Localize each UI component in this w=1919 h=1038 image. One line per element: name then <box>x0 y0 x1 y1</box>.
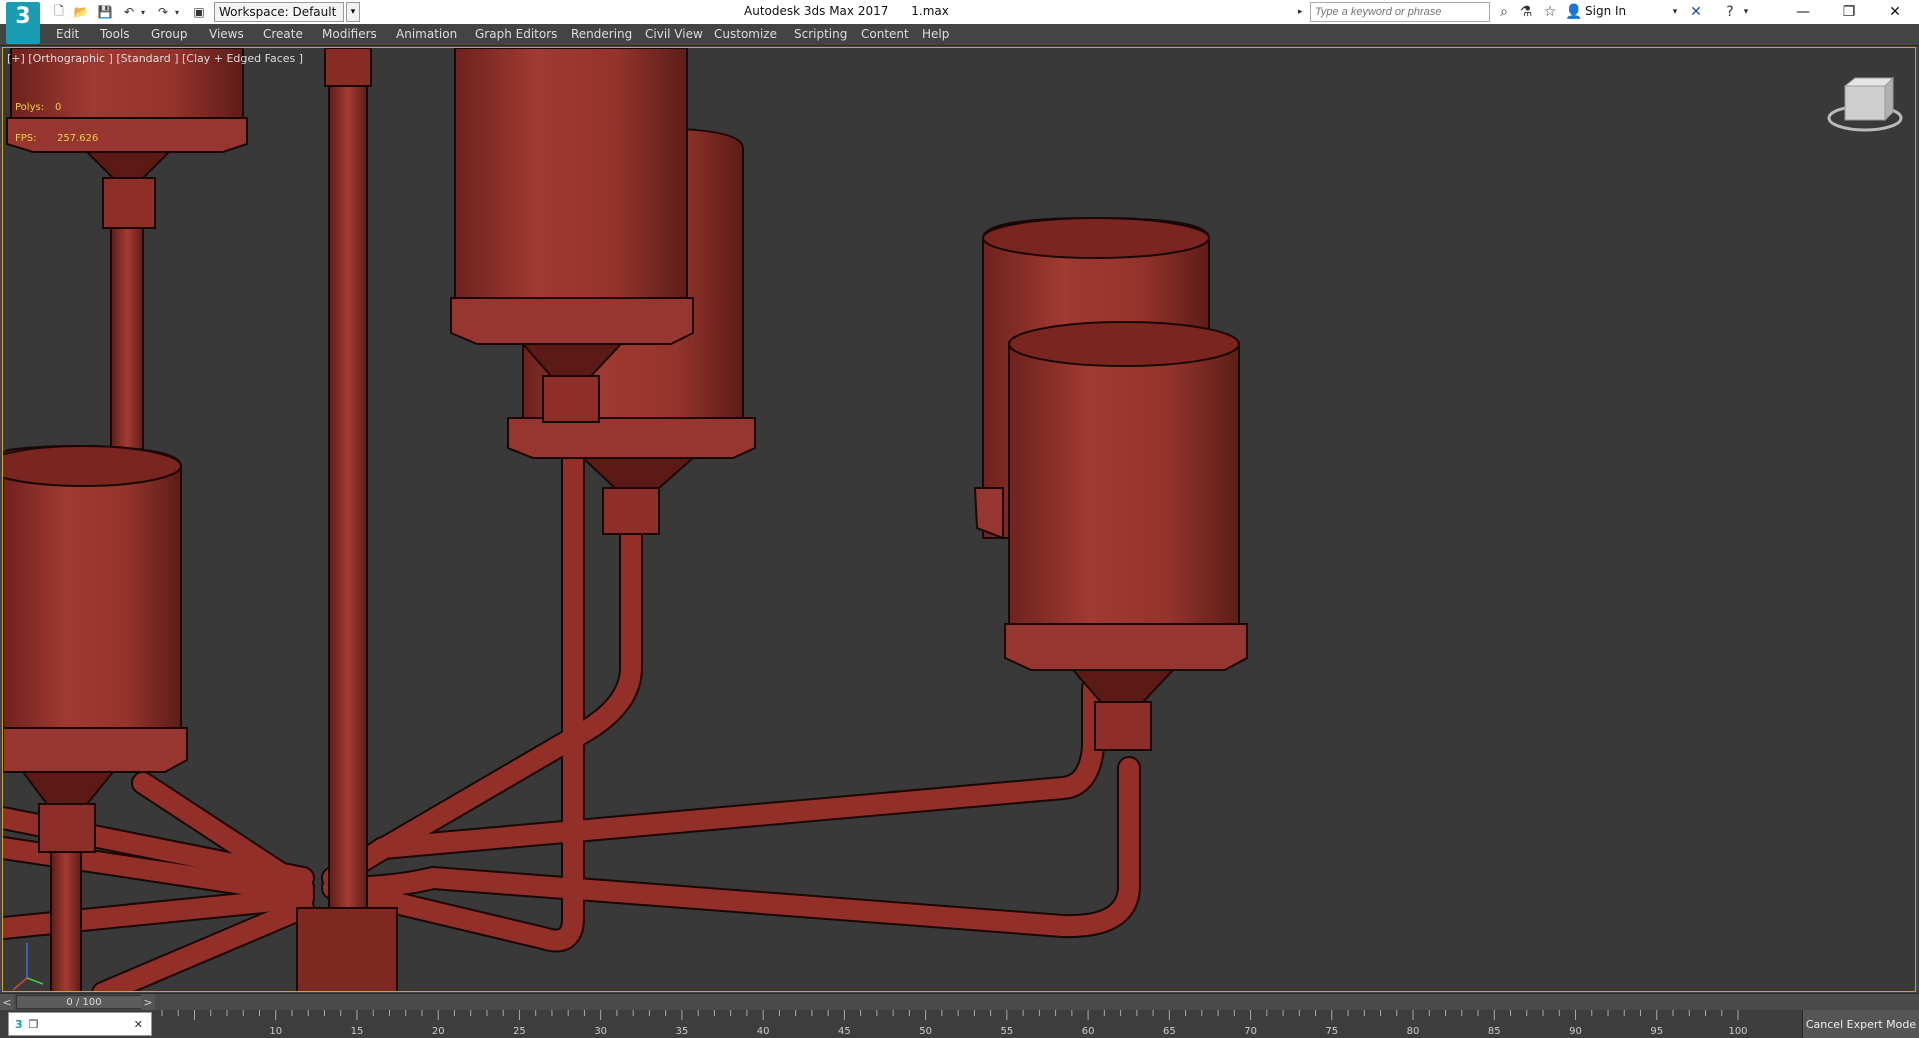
menu-graph-editors[interactable]: Graph Editors <box>475 27 557 41</box>
perspective-viewport[interactable]: [+] [Orthographic ] [Standard ] [Clay + … <box>2 47 1916 992</box>
candle-cup-top-left <box>6 48 248 229</box>
window-title: Autodesk 3ds Max 2017 1.max <box>744 4 949 18</box>
help-dropdown-icon[interactable]: ▾ <box>1740 3 1752 21</box>
menu-civil-view[interactable]: Civil View <box>645 27 703 41</box>
undo-dropdown-icon[interactable]: ▾ <box>138 3 148 21</box>
favorites-star-icon[interactable]: ☆ <box>1540 3 1560 21</box>
restore-button[interactable]: ❐ <box>1826 0 1872 24</box>
maxscript-listener-tab[interactable]: 3 ❐ ✕ <box>8 1012 152 1036</box>
binoculars-icon[interactable]: ⌕ <box>1494 3 1514 21</box>
app-logo-icon[interactable]: 3 <box>6 2 40 44</box>
polys-label: Polys: <box>15 102 45 113</box>
fps-value: 257.626 <box>57 133 99 144</box>
menu-customize[interactable]: Customize <box>714 27 777 41</box>
menu-views[interactable]: Views <box>209 27 244 41</box>
window-icon: ❐ <box>28 1017 39 1031</box>
project-folder-icon[interactable]: ▣ <box>190 3 208 21</box>
ruler-label: 90 <box>1569 1026 1582 1037</box>
chandelier-model[interactable] <box>3 48 1916 992</box>
central-rod <box>328 48 368 991</box>
menu-create[interactable]: Create <box>263 27 303 41</box>
ruler-label: 70 <box>1244 1026 1257 1037</box>
close-button[interactable]: ✕ <box>1872 0 1918 24</box>
minimize-button[interactable]: — <box>1780 0 1826 24</box>
fps-label: FPS: <box>15 133 37 144</box>
open-file-icon[interactable]: 📂 <box>72 3 90 21</box>
menu-bar: Edit Tools Group Views Create Modifiers … <box>0 24 1919 46</box>
ruler-label: 65 <box>1163 1026 1176 1037</box>
ruler-label: 95 <box>1650 1026 1663 1037</box>
next-frame-button[interactable]: > <box>141 994 155 1010</box>
ruler-label: 10 <box>269 1026 282 1037</box>
search-expand-icon[interactable]: ▸ <box>1298 3 1308 21</box>
menu-group[interactable]: Group <box>151 27 188 41</box>
help-icon[interactable]: ? <box>1720 3 1740 21</box>
redo-icon[interactable]: ↷ <box>154 3 172 21</box>
sign-in-dropdown-icon[interactable]: ▾ <box>1665 3 1685 21</box>
ruler-label: 30 <box>594 1026 607 1037</box>
max-script-icon: 3 <box>15 1017 23 1031</box>
cancel-expert-mode-button[interactable]: Cancel Expert Mode <box>1802 1010 1919 1038</box>
ruler-label: 50 <box>919 1026 932 1037</box>
ruler-label: 15 <box>351 1026 364 1037</box>
sign-in-link[interactable]: Sign In <box>1585 4 1626 18</box>
ruler-label: 85 <box>1488 1026 1501 1037</box>
viewport-label[interactable]: [+] [Orthographic ] [Standard ] [Clay + … <box>7 52 303 65</box>
close-tab-icon[interactable]: ✕ <box>134 1018 143 1031</box>
viewcube-icon[interactable] <box>1827 76 1903 132</box>
polys-value: 0 <box>55 102 62 113</box>
axis-tripod-icon <box>12 943 44 991</box>
exchange-apps-icon[interactable]: ✕ <box>1686 3 1706 21</box>
undo-icon[interactable]: ↶ <box>120 3 138 21</box>
ruler-label: 35 <box>676 1026 689 1037</box>
ruler-label: 40 <box>757 1026 770 1037</box>
ruler-label: 100 <box>1728 1026 1747 1037</box>
ruler-label: 20 <box>432 1026 445 1037</box>
user-icon[interactable]: 👤 <box>1564 3 1584 21</box>
save-file-icon[interactable]: 💾 <box>96 3 114 21</box>
menu-help[interactable]: Help <box>922 27 949 41</box>
ruler-label: 75 <box>1325 1026 1338 1037</box>
ruler-label: 45 <box>838 1026 851 1037</box>
ruler-label: 60 <box>1082 1026 1095 1037</box>
redo-dropdown-icon[interactable]: ▾ <box>172 3 182 21</box>
subscription-icon[interactable]: ⚗ <box>1516 3 1536 21</box>
time-slider-bar: < 0 / 100 > <box>0 993 1919 1010</box>
candle-cup-right-front <box>1004 321 1248 751</box>
menu-content[interactable]: Content <box>861 27 909 41</box>
ruler-label: 80 <box>1407 1026 1420 1037</box>
menu-tools[interactable]: Tools <box>100 27 130 41</box>
title-bar: 3 🗋 📂 💾 ↶ ▾ ↷ ▾ ▣ Workspace: Default ▾ A… <box>0 0 1919 44</box>
menu-animation[interactable]: Animation <box>396 27 457 41</box>
previous-frame-button[interactable]: < <box>0 994 14 1010</box>
workspace-dropdown-icon[interactable]: ▾ <box>346 2 360 22</box>
menu-scripting[interactable]: Scripting <box>794 27 847 41</box>
time-slider[interactable]: 0 / 100 <box>16 995 152 1009</box>
timeline-ruler[interactable]: 10 15 20 25 30 35 40 45 50 55 60 65 70 75 80 85 90 95 100 <box>152 1010 1748 1038</box>
menu-rendering[interactable]: Rendering <box>571 27 632 41</box>
ruler-label: 25 <box>513 1026 526 1037</box>
workspace-select[interactable]: Workspace: Default <box>214 2 344 22</box>
menu-edit[interactable]: Edit <box>56 27 79 41</box>
search-input[interactable] <box>1310 2 1490 22</box>
new-file-icon[interactable]: 🗋 <box>50 3 68 21</box>
track-bar: 3 ❐ ✕ 10 15 20 25 30 35 40 45 50 55 60 65 70 75 80 85 90… <box>0 1010 1919 1038</box>
menu-modifiers[interactable]: Modifiers <box>322 27 377 41</box>
ruler-label: 55 <box>1000 1026 1013 1037</box>
